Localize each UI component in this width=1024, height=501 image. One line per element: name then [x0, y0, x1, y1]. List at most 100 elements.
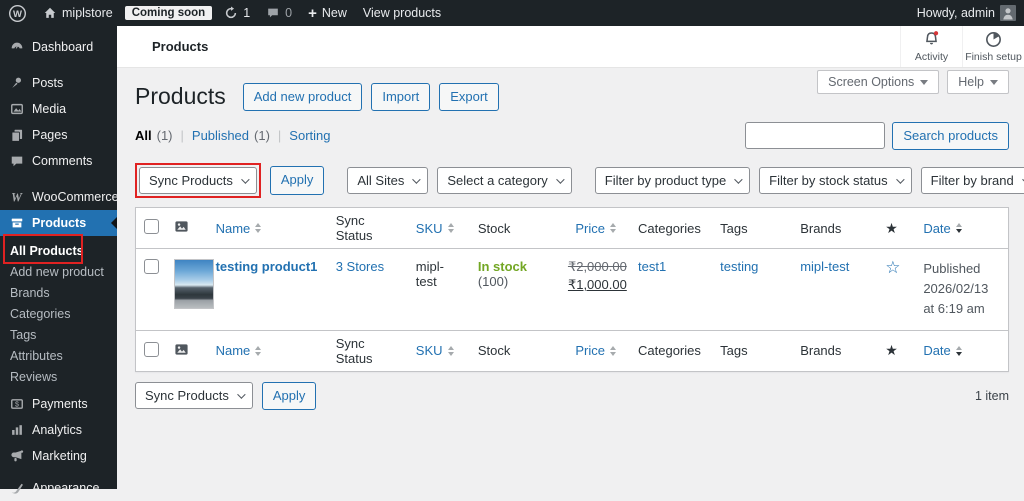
stock-status: In stock — [477, 259, 527, 275]
view-products-link[interactable]: View products — [355, 0, 449, 26]
sidebar-item-tags[interactable]: Tags — [0, 324, 117, 345]
view-all-link[interactable]: All — [135, 128, 152, 143]
apply-button[interactable]: Apply — [269, 166, 325, 195]
sort-arrows-icon — [447, 223, 454, 234]
brand-filter-select[interactable]: Filter by brand — [920, 167, 1024, 195]
sidebar-label-posts: Posts — [32, 76, 64, 90]
woocommerce-header: Products Activity Finish setup — [117, 26, 1024, 68]
sidebar-label-add-new-product: Add new product — [10, 264, 104, 279]
finish-setup-button[interactable]: Finish setup — [962, 26, 1024, 67]
page-header-title: Products — [152, 39, 209, 54]
featured-star-icon: ★ — [885, 342, 898, 358]
sidebar-label-tags: Tags — [10, 327, 37, 342]
select-all-checkbox-footer[interactable] — [144, 341, 159, 357]
sidebar-item-pages[interactable]: Pages — [0, 122, 117, 148]
bulk-action-select[interactable]: Sync Products — [139, 167, 257, 195]
caret-down-icon — [920, 79, 929, 85]
help-label: Help — [958, 75, 984, 89]
sort-arrows-icon — [447, 345, 454, 356]
svg-text:W: W — [13, 9, 22, 20]
stock-quantity: (100) — [477, 274, 509, 290]
comments-menu[interactable]: 0 — [258, 0, 300, 26]
admin-sidebar: Dashboard Posts Media Pages Comments W W… — [0, 26, 119, 495]
sidebar-item-appearance[interactable]: Appearance — [0, 475, 117, 501]
sidebar-item-products[interactable]: Products — [0, 210, 117, 236]
avatar — [1000, 5, 1016, 21]
product-type-filter-select[interactable]: Filter by product type — [594, 167, 751, 195]
view-products-label: View products — [362, 6, 442, 20]
sites-filter-select[interactable]: All Sites — [347, 167, 429, 195]
sidebar-item-brands[interactable]: Brands — [0, 282, 117, 303]
table-footer: Name Sync Status SKU Stock Price Categor… — [135, 329, 1009, 371]
brand-link[interactable]: mipl-test — [800, 259, 849, 274]
bulk-action-select-bottom[interactable]: Sync Products — [135, 382, 253, 410]
home-icon — [44, 7, 56, 18]
sidebar-item-woocommerce[interactable]: W WooCommerce — [0, 184, 119, 210]
sidebar-item-comments[interactable]: Comments — [0, 148, 117, 174]
category-link[interactable]: test1 — [638, 259, 666, 274]
table-header: Name Sync Status SKU Stock Price Categor… — [135, 207, 1009, 250]
sidebar-item-categories[interactable]: Categories — [0, 303, 117, 324]
sidebar-item-add-new-product[interactable]: Add new product — [0, 261, 117, 282]
sort-by-sku[interactable]: SKU — [416, 343, 454, 358]
items-count-bottom: 1 item — [974, 388, 1009, 403]
sort-by-date[interactable]: Date — [923, 343, 962, 358]
wordpress-icon: W — [8, 4, 27, 22]
import-button[interactable]: Import — [371, 82, 431, 112]
bottom-bulk-actions: Sync Products Apply 1 item — [135, 381, 1009, 410]
sort-arrows-icon — [255, 223, 262, 234]
sidebar-label-pages: Pages — [32, 128, 68, 142]
sort-by-name[interactable]: Name — [216, 343, 262, 358]
search-products-input[interactable] — [745, 122, 886, 150]
sort-by-name[interactable]: Name — [216, 221, 262, 236]
sidebar-item-all-products[interactable]: All Products — [0, 234, 117, 264]
export-button[interactable]: Export — [439, 82, 499, 112]
product-name-link[interactable]: testing product1 — [216, 259, 318, 274]
help-toggle[interactable]: Help — [947, 70, 1009, 94]
caret-down-icon — [990, 79, 998, 85]
sidebar-label-categories: Categories — [10, 306, 71, 321]
column-categories: Categories — [630, 329, 713, 371]
sidebar-item-attributes[interactable]: Attributes — [0, 345, 117, 366]
sync-status-link[interactable]: 3 Stores — [336, 259, 384, 274]
filter-row: Sync Products Apply All Sites Select a c… — [135, 163, 1024, 199]
sidebar-item-dashboard[interactable]: Dashboard — [0, 34, 117, 60]
howdy-account-menu[interactable]: Howdy, admin — [909, 0, 1024, 26]
sidebar-item-reviews[interactable]: Reviews — [0, 366, 117, 387]
tag-link[interactable]: testing — [720, 259, 758, 274]
sidebar-item-marketing[interactable]: Marketing — [0, 443, 117, 469]
sort-arrows-icon — [955, 345, 962, 356]
sort-by-price[interactable]: Price — [575, 343, 617, 358]
sidebar-item-posts[interactable]: Posts — [0, 70, 117, 96]
sidebar-item-analytics[interactable]: Analytics — [0, 417, 117, 443]
featured-toggle-star-icon[interactable]: ☆ — [885, 258, 900, 277]
activity-button[interactable]: Activity — [900, 26, 962, 67]
sidebar-item-media[interactable]: Media — [0, 96, 117, 122]
wp-logo[interactable]: W — [0, 0, 35, 26]
column-stock: Stock — [469, 329, 560, 371]
update-icon — [226, 6, 237, 19]
stock-status-filter-select[interactable]: Filter by stock status — [759, 167, 912, 195]
category-filter-select[interactable]: Select a category — [437, 167, 572, 195]
chevron-down-icon — [240, 174, 250, 184]
sort-by-date[interactable]: Date — [923, 221, 962, 236]
views-row: All (1) | Published (1) | Sorting Search… — [135, 121, 1009, 151]
chevron-down-icon — [555, 174, 565, 184]
site-name-label: miplstore — [62, 6, 113, 20]
updates-menu[interactable]: 1 — [216, 0, 258, 26]
row-checkbox[interactable] — [144, 259, 159, 275]
select-all-checkbox[interactable] — [144, 219, 159, 235]
sort-by-sku[interactable]: SKU — [416, 221, 454, 236]
column-categories: Categories — [630, 207, 713, 250]
sort-by-price[interactable]: Price — [575, 221, 617, 236]
site-name-menu[interactable]: miplstore — [35, 0, 121, 26]
view-sorting-link[interactable]: Sorting — [289, 128, 330, 143]
screen-options-toggle[interactable]: Screen Options — [817, 70, 940, 94]
apply-button-bottom[interactable]: Apply — [261, 381, 317, 410]
search-products-button[interactable]: Search products — [892, 121, 1009, 151]
sidebar-item-payments[interactable]: $ Payments — [0, 391, 117, 417]
bulk-action-value: Sync Products — [145, 388, 229, 404]
add-new-product-button[interactable]: Add new product — [242, 82, 363, 112]
view-published-link[interactable]: Published — [192, 128, 249, 143]
new-content-menu[interactable]: + New — [300, 0, 355, 26]
